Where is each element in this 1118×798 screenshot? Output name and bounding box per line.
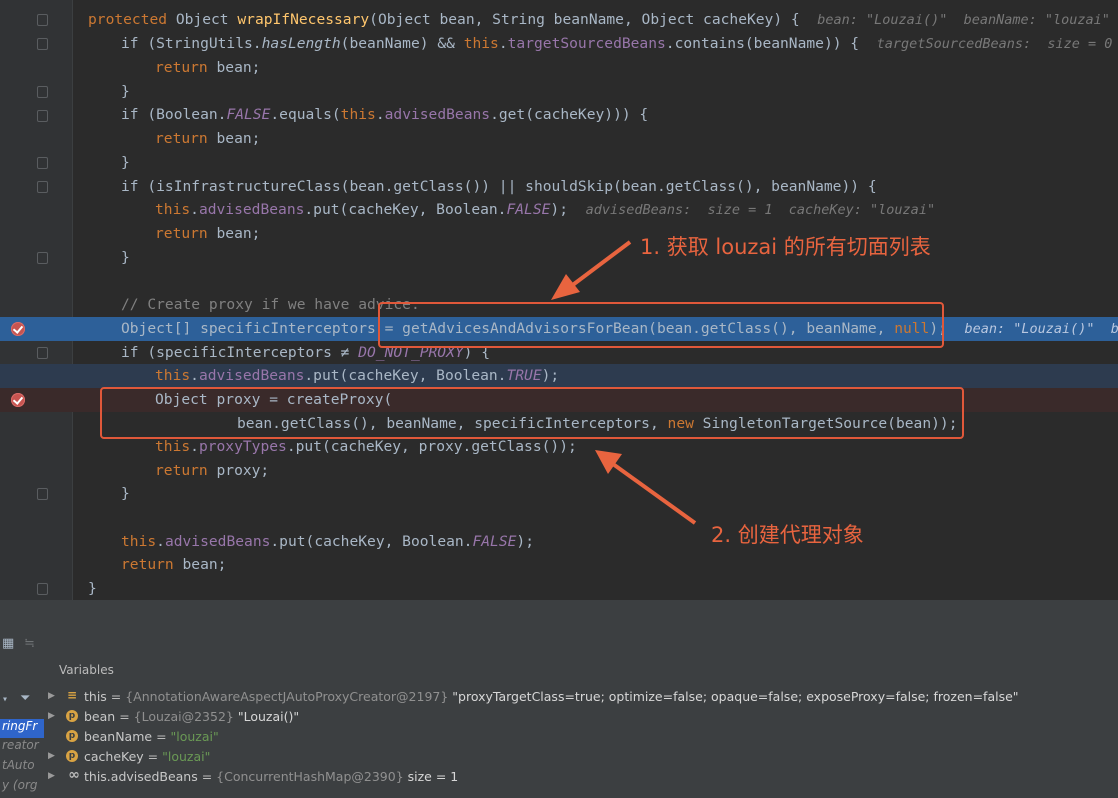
variable-value: "proxyTargetClass=true; optimize=false; … — [448, 689, 1019, 704]
variable-name: cacheKey — [84, 749, 144, 764]
frame-item[interactable]: y (org — [0, 778, 44, 797]
variable-text: this.advisedBeans = {ConcurrentHashMap@2… — [84, 769, 458, 784]
frames-list[interactable]: ▾ ⏷ ringFr reator tAuto y (org — [0, 684, 44, 798]
annotation-arrow-1 — [551, 240, 632, 300]
variable-eq: = — [143, 749, 163, 764]
expand-arrow-icon[interactable]: ▶ — [48, 691, 55, 701]
variable-value: "louzai" — [170, 729, 219, 744]
p-icon: p — [66, 710, 78, 722]
annotation-label-1: 1. 获取 louzai 的所有切面列表 — [640, 235, 931, 259]
variable-value: size = 1 — [403, 769, 459, 784]
expand-arrow-icon[interactable]: ▶ — [48, 711, 55, 721]
variable-row[interactable]: p beanName = "louzai" — [44, 728, 1118, 748]
list-icon: ≡ — [66, 688, 78, 702]
variable-type: {AnnotationAwareAspectJAutoProxyCreator@… — [125, 689, 449, 704]
variable-eq: = — [106, 689, 126, 704]
variable-row[interactable]: ▶ ∞ this.advisedBeans = {ConcurrentHashM… — [44, 768, 1118, 788]
p-icon: p — [66, 730, 78, 742]
settings-lines-icon[interactable]: ≒ — [24, 636, 35, 651]
variable-name: beanName — [84, 729, 153, 744]
variables-header: Variables — [0, 656, 1118, 685]
variable-eq: = — [152, 729, 171, 744]
variable-name: this — [84, 689, 107, 704]
variable-eq: = — [115, 709, 134, 724]
variable-value: "Louzai()" — [233, 709, 300, 724]
variable-text: cacheKey = "louzai" — [84, 749, 210, 764]
variable-row[interactable]: ▶ p bean = {Louzai@2352} "Louzai()" — [44, 708, 1118, 728]
debugger-toolbar: ▦ ≒ — [0, 600, 1118, 656]
layout-grid-icon[interactable]: ▦ — [2, 636, 14, 651]
filter-icon[interactable]: ⏷ — [20, 691, 30, 706]
variables-list[interactable]: ▶ ≡ this = {AnnotationAwareAspectJAutoPr… — [44, 684, 1118, 798]
annotation-label-2: 2. 创建代理对象 — [711, 523, 864, 547]
frame-item[interactable]: reator — [0, 738, 44, 757]
expand-arrow-icon[interactable]: ▾ — [2, 694, 8, 705]
variable-value: "louzai" — [162, 749, 211, 764]
variable-row[interactable]: ▶ ≡ this = {AnnotationAwareAspectJAutoPr… — [44, 688, 1118, 708]
infinity-icon: ∞ — [68, 767, 80, 783]
code-editor[interactable]: protected Object wrapIfNecessary(Object … — [0, 0, 1118, 600]
frame-item-selected[interactable]: ringFr — [0, 719, 44, 738]
variable-row[interactable]: ▶ p cacheKey = "louzai" — [44, 748, 1118, 768]
p-icon: p — [66, 750, 78, 762]
annotation-arrow-2 — [595, 450, 697, 525]
variable-type: {ConcurrentHashMap@2390} — [216, 769, 404, 784]
variable-name: bean — [84, 709, 116, 724]
variable-text: beanName = "louzai" — [84, 729, 219, 744]
variable-eq: = — [197, 769, 217, 784]
expand-arrow-icon[interactable]: ▶ — [48, 771, 55, 781]
annotation-arrows — [551, 240, 697, 525]
variable-text: this = {AnnotationAwareAspectJAutoProxyC… — [84, 689, 1019, 704]
variable-name: this.advisedBeans — [84, 769, 198, 784]
variable-type: {Louzai@2352} — [133, 709, 234, 724]
variable-text: bean = {Louzai@2352} "Louzai()" — [84, 709, 299, 724]
expand-arrow-icon[interactable]: ▶ — [48, 751, 55, 761]
variables-title: Variables — [59, 663, 114, 677]
frame-item[interactable]: tAuto — [0, 758, 44, 777]
